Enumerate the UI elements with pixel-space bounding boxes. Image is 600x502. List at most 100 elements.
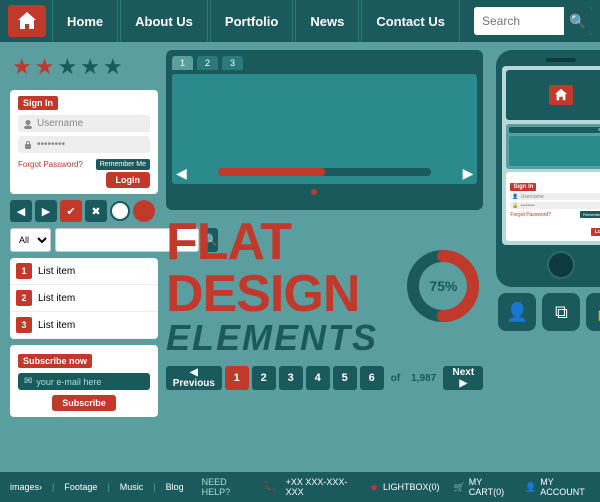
star-2[interactable]: ★ xyxy=(35,54,55,80)
cross-btn[interactable]: ✖ xyxy=(85,200,107,222)
nav-logo[interactable] xyxy=(8,5,46,37)
page-6[interactable]: 6 xyxy=(360,366,384,390)
footer-link-footage[interactable]: Footage xyxy=(64,482,97,492)
nav-item-home[interactable]: Home xyxy=(52,0,118,42)
dot-2 xyxy=(322,189,328,195)
nav-item-portfolio[interactable]: Portfolio xyxy=(210,0,293,42)
forgot-link[interactable]: Forgot Password? xyxy=(18,160,83,169)
cart-icon: 🛒 xyxy=(454,482,465,493)
phone-forgot: Forgot Password? xyxy=(510,212,551,218)
icon-buttons-row: 👤 ⧉ 🔒 xyxy=(498,293,600,331)
login-box: Sign In Username •••••••• Forgot Passwor… xyxy=(10,90,158,194)
left-panel: ★ ★ ★ ★ ★ Sign In Username •••••••• Forg… xyxy=(10,50,158,464)
browser-arrow-left[interactable]: ◀ xyxy=(176,165,187,182)
filter-dropdown[interactable]: All xyxy=(10,228,51,252)
subscribe-button[interactable]: Subscribe xyxy=(52,395,116,411)
remember-btn[interactable]: Remember Me xyxy=(96,159,150,170)
page-4[interactable]: 4 xyxy=(306,366,330,390)
search-button[interactable]: 🔍 xyxy=(564,7,592,35)
arrow-left[interactable]: ◀ xyxy=(10,200,32,222)
star-icon: ★ xyxy=(369,481,379,494)
flat-title-block: FLAT DESIGN ELEMENTS xyxy=(166,216,393,356)
lightbox-label: LIGHTBOX(0) xyxy=(383,482,440,492)
page-total: 1,987 xyxy=(411,373,436,384)
design-text: DESIGN xyxy=(166,268,393,320)
tab-1[interactable]: 1 xyxy=(172,56,193,70)
tab-2[interactable]: 2 xyxy=(197,56,218,70)
footer-link-blog[interactable]: Blog xyxy=(166,482,184,492)
star-3[interactable]: ★ xyxy=(57,54,77,80)
check-btn[interactable]: ✔ xyxy=(60,200,82,222)
footer-phone: +XX XXX-XXX-XXX xyxy=(286,477,359,497)
list-item: 2 List item xyxy=(10,285,158,312)
email-field-display: ✉ your e-mail here xyxy=(18,373,150,390)
nav-item-contact[interactable]: Contact Us xyxy=(361,0,460,42)
arrow-right[interactable]: ▶ xyxy=(35,200,57,222)
right-panel: Sign In 👤 Username 🔒 •••••••• Forgot Pas… xyxy=(491,50,600,464)
browser-mockup: 1 2 3 ◀ ▶ xyxy=(166,50,483,210)
account-label: MY ACCOUNT xyxy=(540,477,590,497)
phone-screen-inner xyxy=(506,70,600,120)
page-2[interactable]: 2 xyxy=(252,366,276,390)
phone-username: Username xyxy=(521,194,544,200)
pagination: ◀ Previous 1 2 3 4 5 6 of 1,987 Next ▶ xyxy=(166,362,483,394)
login-button[interactable]: Login xyxy=(106,172,151,188)
phone-icon: 📞 xyxy=(263,482,275,493)
phone-login-title: Sign In xyxy=(510,183,536,191)
radio-off[interactable] xyxy=(110,201,130,221)
phone-remember: Remember Me xyxy=(580,211,600,218)
main-content: ★ ★ ★ ★ ★ Sign In Username •••••••• Forg… xyxy=(0,42,600,472)
rating-stars: ★ ★ ★ ★ ★ xyxy=(10,50,158,84)
phone-home-icon xyxy=(549,85,573,105)
phone-login: Sign In 👤 Username 🔒 •••••••• Forgot Pas… xyxy=(506,172,600,241)
list-num-2: 2 xyxy=(16,290,32,306)
page-1[interactable]: 1 xyxy=(225,366,249,390)
phone-login-btn[interactable]: Login xyxy=(591,228,600,236)
user-icon xyxy=(23,119,33,129)
radio-on[interactable] xyxy=(133,200,155,222)
next-btn[interactable]: Next ▶ xyxy=(443,366,483,390)
search-row: All 🔍 xyxy=(10,228,158,252)
star-1[interactable]: ★ xyxy=(12,54,32,80)
footer-link-music[interactable]: Music xyxy=(120,482,144,492)
prev-btn[interactable]: ◀ Previous xyxy=(166,366,222,390)
password-field: •••••••• xyxy=(18,136,150,153)
page-5[interactable]: 5 xyxy=(333,366,357,390)
list-label-3: List item xyxy=(38,320,75,331)
footer: images› | Footage | Music | Blog NEED HE… xyxy=(0,472,600,502)
footer-account[interactable]: 👤 MY ACCOUNT xyxy=(525,477,590,497)
donut-chart: 75% xyxy=(403,246,483,326)
cart-label: MY CART(0) xyxy=(469,477,511,497)
phone-username-field: 👤 Username xyxy=(510,193,600,200)
duplicate-icon-btn[interactable]: ⧉ xyxy=(542,293,580,331)
list-items: 1 List item 2 List item 3 List item xyxy=(10,258,158,339)
account-icon: 👤 xyxy=(525,482,536,493)
browser-arrow-right[interactable]: ▶ xyxy=(463,165,474,182)
dot-1 xyxy=(311,189,317,195)
lock-icon xyxy=(23,140,33,150)
subscribe-title: Subscribe now xyxy=(18,354,92,368)
phone-home-button[interactable] xyxy=(547,251,575,279)
page-of: of xyxy=(391,373,400,384)
nav-item-news[interactable]: News xyxy=(295,0,359,42)
username-field: Username xyxy=(18,115,150,132)
star-5[interactable]: ★ xyxy=(103,54,123,80)
list-label-1: List item xyxy=(38,266,75,277)
user-icon-btn[interactable]: 👤 xyxy=(498,293,536,331)
elements-text: ELEMENTS xyxy=(166,320,393,356)
lock-icon-btn[interactable]: 🔒 xyxy=(586,293,600,331)
footer-link-images[interactable]: images› xyxy=(10,482,42,492)
phone-password: •••••••• xyxy=(521,203,535,209)
star-4[interactable]: ★ xyxy=(80,54,100,80)
phone-browser-content xyxy=(509,136,600,166)
search-input[interactable] xyxy=(474,7,564,35)
nav-item-about[interactable]: About Us xyxy=(120,0,208,42)
footer-cart[interactable]: 🛒 MY CART(0) xyxy=(454,477,511,497)
nav-arrows: ◀ ▶ ✔ ✖ xyxy=(10,200,158,222)
footer-lightbox[interactable]: ★ LIGHTBOX(0) xyxy=(369,481,439,494)
page-3[interactable]: 3 xyxy=(279,366,303,390)
list-num-1: 1 xyxy=(16,263,32,279)
flat-design-area: FLAT DESIGN ELEMENTS 75% xyxy=(166,216,483,356)
tab-3[interactable]: 3 xyxy=(222,56,243,70)
list-num-3: 3 xyxy=(16,317,32,333)
